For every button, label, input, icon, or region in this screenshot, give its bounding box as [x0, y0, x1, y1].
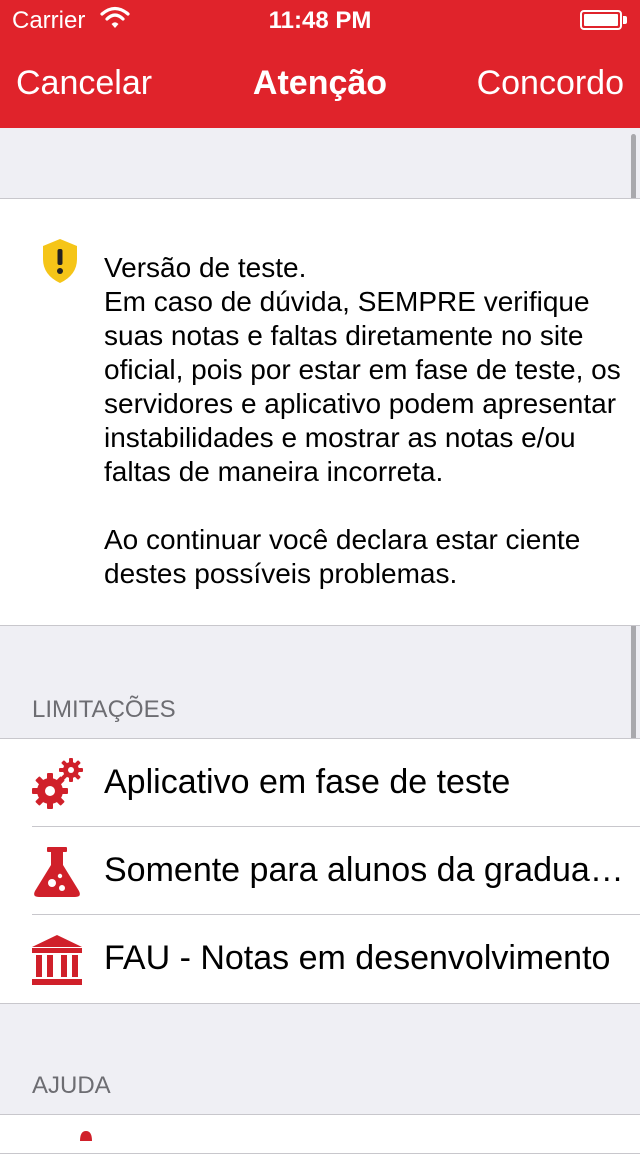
warning-text: Versão de teste. Em caso de dúvida, SEMP…	[104, 252, 621, 589]
warning-message-cell: Versão de teste. Em caso de dúvida, SEMP…	[0, 198, 640, 626]
list-item-label: Aplicativo em fase de teste	[104, 763, 511, 801]
agree-button[interactable]: Concordo	[477, 64, 624, 103]
list-item-label: FAU - Notas em desenvolvimento	[104, 939, 611, 977]
list-item[interactable]: FAU - Notas em desenvolvimento	[0, 915, 640, 1003]
list-item[interactable]: Aplicativo em fase de teste	[0, 739, 640, 827]
limitations-list: Aplicativo em fase de teste Somente para…	[0, 738, 640, 1004]
battery-icon	[580, 10, 627, 30]
gears-icon	[32, 758, 83, 809]
list-item-label: Somente para alunos da graduação	[104, 851, 624, 889]
status-time: 11:48 PM	[268, 7, 372, 34]
list-item[interactable]: Somente para alunos da graduação	[0, 827, 640, 915]
help-icon	[80, 1131, 92, 1141]
status-bar: Carrier 11:48 PM	[0, 0, 640, 40]
shield-warning-icon	[43, 239, 77, 283]
institution-icon	[32, 935, 82, 985]
navigation-bar: Cancelar Atenção Concordo	[0, 40, 640, 128]
flask-icon	[34, 847, 80, 897]
help-header: AJUDA	[32, 1072, 111, 1099]
top-bar: Carrier 11:48 PM Cancelar Atenção Concor…	[0, 0, 640, 128]
limitations-header: LIMITAÇÕES	[32, 696, 176, 723]
help-list	[0, 1114, 640, 1154]
